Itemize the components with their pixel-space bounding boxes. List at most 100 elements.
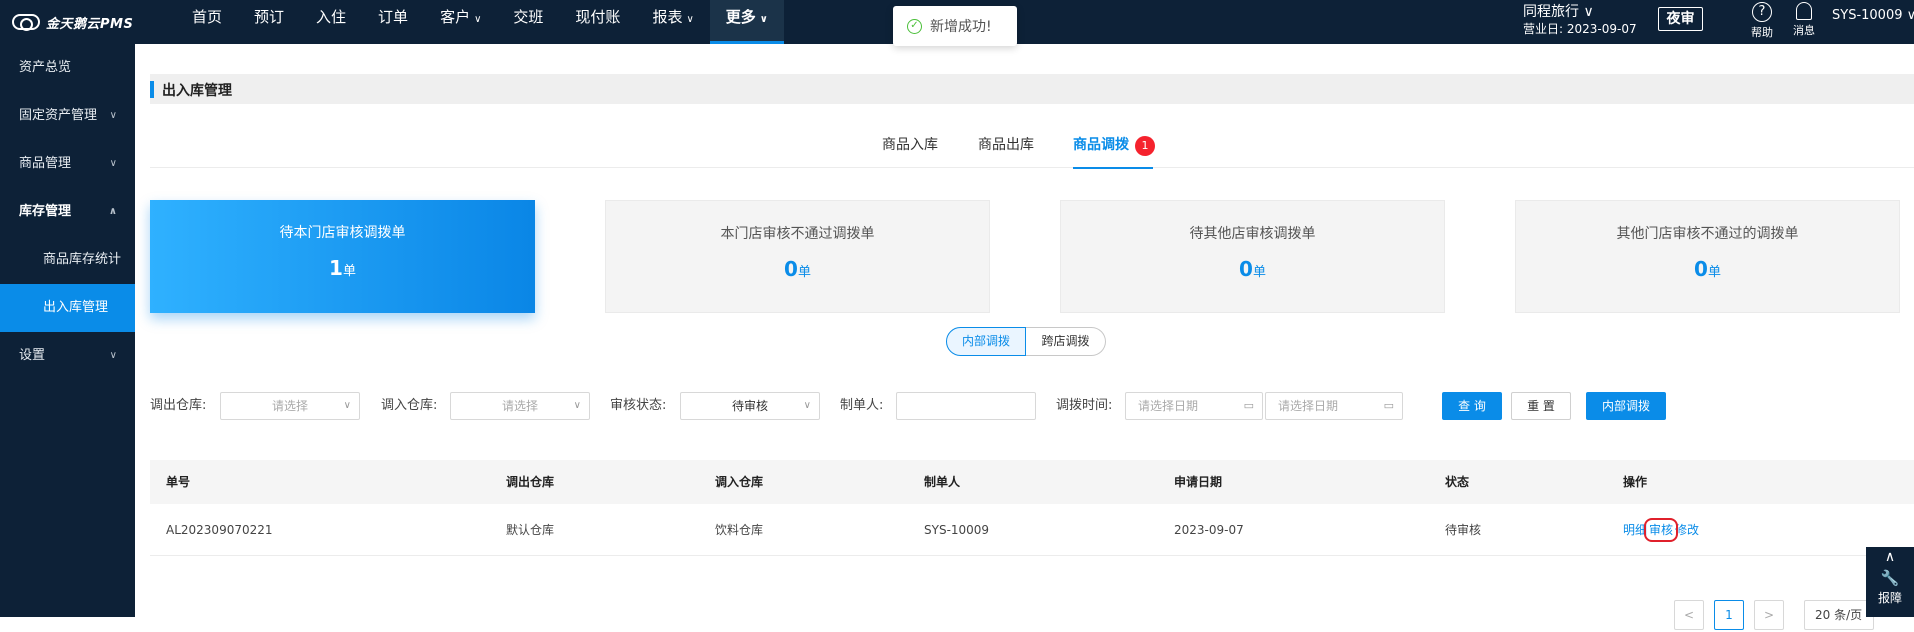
new-internal-transfer-button[interactable]: 内部调拨 [1586, 392, 1666, 420]
sidebar-item-fixed-assets[interactable]: 固定资产管理 ∨ [0, 92, 135, 140]
sidebar-item-stock-inout[interactable]: 出入库管理 [0, 284, 135, 332]
chevron-down-icon: ∨ [686, 14, 694, 25]
sidebar-item-label: 设置 [19, 348, 46, 363]
internal-transfer-toggle[interactable]: 内部调拨 [946, 327, 1026, 356]
select-value: 待审核 [731, 399, 768, 413]
edit-link[interactable]: 修改 [1675, 523, 1699, 537]
column-header: 调出仓库 [506, 475, 555, 489]
column-header: 申请日期 [1174, 475, 1223, 489]
tab-goods-transfer[interactable]: 商品调拨 1 [1073, 134, 1155, 169]
tab-goods-out[interactable]: 商品出库 [978, 134, 1034, 168]
card-count: 0单 [1061, 257, 1444, 281]
tab-goods-in[interactable]: 商品入库 [882, 134, 938, 168]
nav-item-more[interactable]: 更多 ∨ [709, 0, 785, 44]
chevron-down-icon: ∨ [573, 400, 581, 411]
wrench-icon[interactable]: 🔧 [1866, 569, 1914, 587]
nav-item-checkin[interactable]: 入住 [300, 0, 362, 44]
start-date-picker[interactable]: 请选择日期 ▭ [1125, 392, 1263, 420]
nav-label: 入住 [316, 8, 347, 26]
night-audit-button[interactable]: 夜审 [1658, 7, 1703, 31]
main-content: 出入库管理 商品入库 商品出库 商品调拨 1 待本门店审核调拨单 1单 本门店审核… [135, 44, 1914, 630]
chevron-down-icon: ∨ [343, 400, 351, 411]
sidebar-item-settings[interactable]: 设置 ∨ [0, 332, 135, 380]
logo-text: 金天鹅云PMS [46, 16, 134, 32]
next-page-button[interactable]: > [1754, 600, 1784, 630]
column-header: 单号 [166, 475, 191, 489]
card-other-rejected[interactable]: 其他门店审核不通过的调拨单 0单 [1515, 200, 1900, 313]
in-warehouse-select[interactable]: 请选择 ∨ [450, 392, 590, 420]
card-count: 0单 [1516, 257, 1899, 281]
nav-item-cash-account[interactable]: 现付账 [559, 0, 636, 44]
back-to-top-icon[interactable]: ∧ [1866, 549, 1914, 565]
card-number: 0 [1694, 257, 1708, 281]
sidebar-item-inventory[interactable]: 库存管理 ∧ [0, 188, 135, 236]
reset-button[interactable]: 重 置 [1511, 392, 1571, 420]
chevron-down-icon: ∨ [109, 158, 117, 169]
actions-cell: 明细 审核 修改 [1623, 504, 1701, 556]
review-link[interactable]: 审核 [1644, 518, 1679, 542]
prev-page-button[interactable]: < [1674, 600, 1704, 630]
cross-store-transfer-toggle[interactable]: 跨店调拨 [1026, 327, 1106, 356]
review-status-select[interactable]: 待审核 ∨ [680, 392, 820, 420]
chevron-down-icon: ∨ [474, 14, 482, 25]
select-placeholder: 请选择 [271, 399, 308, 413]
page-number[interactable]: 1 [1714, 600, 1744, 630]
tab-badge: 1 [1135, 136, 1155, 156]
nav-label: 预订 [254, 8, 285, 26]
app-logo[interactable]: 金天鹅云PMS [12, 11, 133, 33]
card-label: 本门店审核不通过调拨单 [720, 226, 875, 242]
out-warehouse-select[interactable]: 请选择 ∨ [220, 392, 360, 420]
nav-item-home[interactable]: 首页 [176, 0, 238, 44]
success-toast: ✓ 新增成功! [893, 6, 1017, 46]
sidebar-item-asset-overview[interactable]: 资产总览 [0, 44, 135, 92]
nav-item-reports[interactable]: 报表 ∨ [636, 0, 709, 44]
card-own-rejected[interactable]: 本门店审核不通过调拨单 0单 [605, 200, 990, 313]
sidebar-item-goods[interactable]: 商品管理 ∨ [0, 140, 135, 188]
nav-item-orders[interactable]: 订单 [362, 0, 424, 44]
card-pending-other-review[interactable]: 待其他店审核调拨单 0单 [1060, 200, 1445, 313]
end-date-picker[interactable]: 请选择日期 ▭ [1265, 392, 1403, 420]
query-button[interactable]: 查 询 [1442, 392, 1502, 420]
help-button[interactable]: ? 帮助 [1742, 0, 1782, 40]
messages-button[interactable]: 消息 [1784, 0, 1824, 38]
help-icon: ? [1752, 2, 1772, 22]
report-issue-label[interactable]: 报障 [1866, 589, 1914, 606]
nav-item-customers[interactable]: 客户 ∨ [424, 0, 497, 44]
card-label: 待本门店审核调拨单 [279, 225, 406, 241]
nav-item-booking[interactable]: 预订 [238, 0, 300, 44]
calendar-icon: ▭ [1243, 399, 1254, 412]
tab-label: 商品调拨 [1073, 137, 1129, 153]
transfer-time-label: 调拨时间: [1056, 398, 1113, 413]
date-cell: 2023-09-07 [1174, 523, 1244, 537]
card-unit: 单 [342, 264, 356, 279]
business-date: 营业日: 2023-09-07 [1523, 22, 1637, 36]
nav-label: 首页 [192, 8, 223, 26]
nav-label: 现付账 [575, 8, 621, 26]
maker-cell: SYS-10009 [924, 523, 990, 537]
chevron-down-icon: ∨ [109, 350, 117, 361]
help-label: 帮助 [1751, 26, 1773, 39]
user-menu[interactable]: SYS-10009 ∨ [1832, 8, 1914, 23]
out-warehouse-label: 调出仓库: [150, 398, 207, 413]
chevron-down-icon: ∨ [803, 400, 811, 411]
card-number: 0 [784, 257, 798, 281]
maker-input[interactable] [896, 392, 1036, 420]
nav-label: 更多 [725, 8, 756, 26]
card-pending-own-review[interactable]: 待本门店审核调拨单 1单 [150, 200, 535, 313]
sidebar-item-stock-stats[interactable]: 商品库存统计 [0, 236, 135, 284]
detail-link[interactable]: 明细 [1623, 523, 1647, 537]
card-label: 待其他店审核调拨单 [1189, 226, 1316, 242]
nav-label: 客户 [440, 8, 471, 26]
select-placeholder: 请选择 [501, 399, 538, 413]
hotel-name: 同程旅行 ∨ [1523, 4, 1594, 20]
status-cell: 待审核 [1445, 523, 1482, 537]
column-header: 制单人 [924, 475, 961, 489]
page-title: 出入库管理 [162, 83, 232, 99]
date-placeholder: 请选择日期 [1138, 399, 1199, 413]
card-number: 0 [1239, 257, 1253, 281]
main-nav: 首页 预订 入住 订单 客户 ∨ 交班 现付账 报表 ∨ 更多 ∨ [176, 0, 785, 44]
nav-item-shift[interactable]: 交班 [497, 0, 559, 44]
messages-label: 消息 [1793, 24, 1815, 37]
sidebar-item-label: 固定资产管理 [19, 108, 98, 123]
page-size-select[interactable]: 20 条/页 [1804, 600, 1874, 630]
